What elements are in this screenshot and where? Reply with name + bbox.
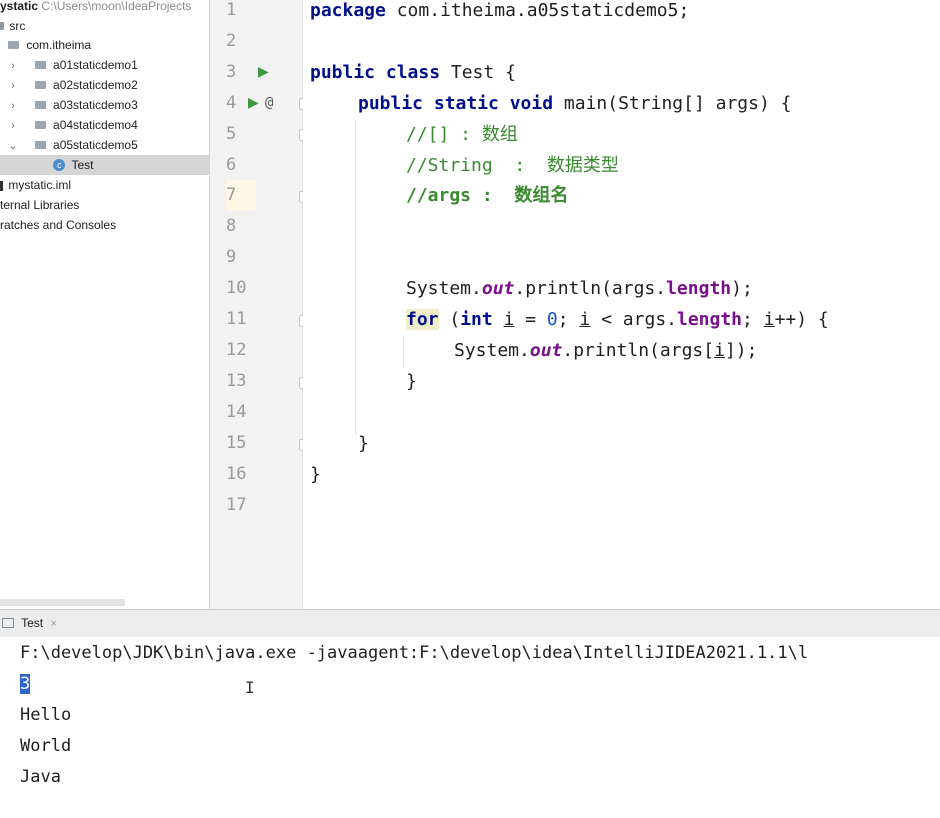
line-number: 6 bbox=[226, 155, 237, 175]
tree-item-label: a04staticdemo4 bbox=[53, 118, 138, 132]
annotation-at-icon[interactable]: @ bbox=[265, 88, 273, 119]
tree-item-test[interactable]: c Test bbox=[0, 155, 209, 175]
project-root-row[interactable]: ystatic C:\Users\moon\IdeaProjects bbox=[0, 0, 191, 16]
tab-run-test[interactable]: Test × bbox=[0, 610, 65, 637]
chevron-right-icon[interactable]: › bbox=[8, 116, 18, 136]
chevron-down-icon[interactable]: ⌄ bbox=[8, 136, 18, 156]
line-number: 5 bbox=[226, 124, 237, 144]
line-number: 1 bbox=[226, 0, 237, 20]
console-output-line: Java bbox=[20, 767, 61, 787]
tree-item-src[interactable]: src bbox=[0, 16, 25, 36]
line-number: 2 bbox=[226, 31, 237, 51]
tree-item-label: src bbox=[9, 19, 26, 33]
tree-item-a01staticdemo1[interactable]: › a01staticdemo1 bbox=[8, 55, 138, 75]
line-number: 17 bbox=[226, 495, 247, 515]
tree-item-label: mystatic.iml bbox=[8, 178, 72, 192]
tree-item-label: a03staticdemo3 bbox=[53, 98, 138, 112]
horizontal-scrollbar[interactable] bbox=[0, 599, 125, 606]
chevron-right-icon[interactable]: › bbox=[8, 96, 18, 116]
tree-item-a03staticdemo3[interactable]: › a03staticdemo3 bbox=[8, 95, 138, 115]
code-line-13: } bbox=[406, 371, 417, 392]
run-console[interactable]: F:\develop\JDK\bin\java.exe -javaagent:F… bbox=[0, 637, 940, 818]
run-tool-window-header: Test × bbox=[0, 609, 940, 638]
class-icon: c bbox=[53, 158, 66, 171]
tree-item-a02staticdemo2[interactable]: › a02staticdemo2 bbox=[8, 75, 138, 95]
run-class-icon[interactable]: ▶ bbox=[258, 57, 269, 88]
code-line-12: System.out.println(args[i]); bbox=[454, 340, 758, 361]
tree-item-scratches[interactable]: ratches and Consoles bbox=[0, 215, 116, 235]
code-line-6: //String : 数据类型 bbox=[406, 155, 619, 176]
editor-gutter[interactable]: 1 2 3 4 5 6 7 8 9 10 11 12 13 14 15 16 1… bbox=[210, 0, 311, 609]
project-tree-panel: ystatic C:\Users\moon\IdeaProjects src c… bbox=[0, 0, 210, 609]
code-line-7: //args : 数组名 bbox=[406, 185, 569, 206]
console-icon bbox=[2, 617, 14, 628]
tree-item-label: a01staticdemo1 bbox=[53, 58, 138, 72]
code-line-10: System.out.println(args.length); bbox=[406, 278, 753, 299]
package-folder-icon bbox=[34, 80, 46, 89]
package-folder-icon bbox=[34, 140, 46, 149]
indent-guide bbox=[355, 120, 356, 435]
chevron-right-icon[interactable]: › bbox=[8, 76, 18, 96]
tree-item-a04staticdemo4[interactable]: › a04staticdemo4 bbox=[8, 115, 138, 135]
code-line-11: for (int i = 0; i < args.length; i++) { bbox=[406, 309, 829, 330]
tree-item-external-libraries[interactable]: ternal Libraries bbox=[0, 195, 79, 215]
run-main-icon[interactable]: ▶ bbox=[248, 88, 259, 119]
tree-item-label: ratches and Consoles bbox=[0, 218, 117, 232]
close-icon[interactable]: × bbox=[50, 618, 56, 630]
line-number: 10 bbox=[226, 278, 247, 298]
line-number: 3 bbox=[226, 62, 237, 82]
tree-item-label: ternal Libraries bbox=[0, 198, 80, 212]
project-root-label: ystatic bbox=[0, 0, 39, 13]
tree-item-label: com.itheima bbox=[26, 38, 92, 52]
console-command-line: F:\develop\JDK\bin\java.exe -javaagent:F… bbox=[20, 643, 809, 663]
line-number: 9 bbox=[226, 247, 237, 267]
package-folder-icon bbox=[34, 120, 46, 129]
line-number: 8 bbox=[226, 216, 237, 236]
code-line-1: package com.itheima.a05staticdemo5; bbox=[310, 0, 690, 21]
tree-item-mystatic-iml[interactable]: mystatic.iml bbox=[0, 175, 71, 195]
line-number: 11 bbox=[226, 309, 247, 329]
project-root-path: C:\Users\moon\IdeaProjects bbox=[41, 0, 192, 13]
code-editor[interactable]: package com.itheima.a05staticdemo5; publ… bbox=[303, 0, 940, 609]
package-folder-icon bbox=[8, 40, 19, 49]
code-line-15: } bbox=[358, 433, 369, 454]
run-tab-label: Test bbox=[21, 616, 44, 630]
line-number: 13 bbox=[226, 371, 247, 391]
line-number: 15 bbox=[226, 433, 247, 453]
console-output-line: Hello bbox=[20, 705, 72, 725]
code-line-5: //[] : 数组 bbox=[406, 124, 518, 145]
package-folder-icon bbox=[34, 60, 46, 69]
folder-icon bbox=[0, 21, 4, 30]
package-folder-icon bbox=[34, 100, 46, 109]
tree-item-a05staticdemo5[interactable]: ⌄ a05staticdemo5 bbox=[8, 135, 138, 156]
code-line-16: } bbox=[310, 464, 321, 485]
line-number: 12 bbox=[226, 340, 247, 360]
tree-item-label: Test bbox=[71, 158, 94, 172]
console-output-line: 3 bbox=[20, 674, 31, 694]
text-cursor-icon: I bbox=[245, 678, 255, 697]
line-number: 7 bbox=[226, 180, 256, 211]
module-file-icon bbox=[0, 180, 3, 191]
tree-item-com-itheima[interactable]: com.itheima bbox=[8, 35, 91, 55]
tree-item-label: a02staticdemo2 bbox=[53, 78, 138, 92]
line-number: 14 bbox=[226, 402, 247, 422]
console-output-line: World bbox=[20, 736, 72, 756]
indent-guide bbox=[403, 336, 404, 366]
tree-item-label: a05staticdemo5 bbox=[53, 138, 138, 152]
code-line-3: public class Test { bbox=[310, 62, 516, 83]
line-number: 16 bbox=[226, 464, 247, 484]
chevron-right-icon[interactable]: › bbox=[8, 56, 18, 76]
code-line-4: public static void main(String[] args) { bbox=[358, 93, 792, 114]
